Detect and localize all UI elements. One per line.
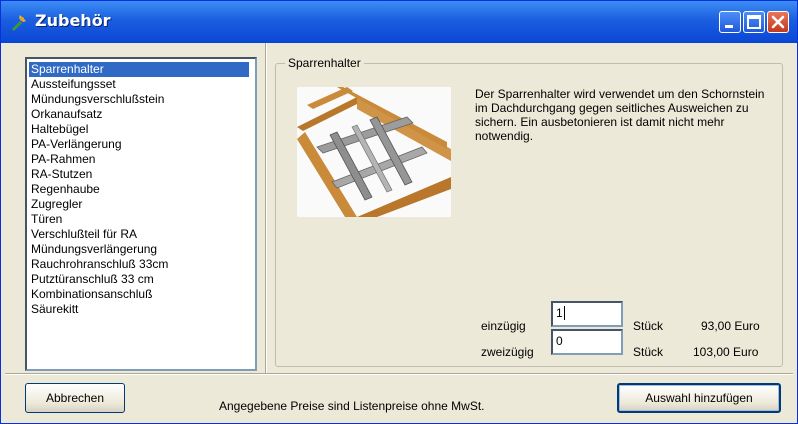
horizontal-divider	[5, 373, 793, 375]
tool-icon	[12, 15, 26, 31]
list-item[interactable]: Orkanaufsatz	[29, 107, 249, 122]
list-item[interactable]: Kombinationsanschluß	[29, 287, 249, 302]
list-item[interactable]: Haltebügel	[29, 122, 249, 137]
price-note: Angegebene Preise sind Listenpreise ohne…	[219, 399, 485, 413]
list-item-selected[interactable]: Sparrenhalter	[29, 62, 249, 77]
list-item[interactable]: PA-Verlängerung	[29, 137, 249, 152]
list-item[interactable]: Mündungsverlängerung	[29, 242, 249, 257]
list-item[interactable]: PA-Rahmen	[29, 152, 249, 167]
text-cursor	[563, 306, 565, 320]
list-item[interactable]: Zugregler	[29, 197, 249, 212]
quantity-value-double: 0	[556, 334, 563, 348]
maximize-button[interactable]	[743, 11, 765, 33]
vertical-divider	[265, 43, 267, 373]
unit-label-double: Stück	[633, 345, 664, 359]
maximize-icon	[747, 15, 761, 29]
product-image	[297, 87, 451, 217]
list-item[interactable]: Verschlußteil für RA	[29, 227, 249, 242]
add-selection-button[interactable]: Auswahl hinzufügen	[617, 383, 781, 413]
list-item[interactable]: Türen	[29, 212, 249, 227]
quantity-field-single[interactable]: 1	[551, 301, 623, 327]
list-item[interactable]: Aussteifungsset	[29, 77, 249, 92]
group-title: Sparrenhalter	[285, 56, 364, 70]
add-selection-button-label: Auswahl hinzufügen	[645, 391, 753, 405]
cancel-button[interactable]: Abbrechen	[25, 383, 125, 413]
row-label-single: einzügig	[481, 319, 526, 333]
list-item[interactable]: Putztüranschluß 33 cm	[29, 272, 249, 287]
list-item[interactable]: Mündungsverschlußstein	[29, 92, 249, 107]
window-title: Zubehör	[35, 11, 111, 30]
list-item[interactable]: Säurekitt	[29, 302, 249, 317]
accessories-window: Zubehör Sparrenhalter Aussteifungsset Mü…	[0, 0, 798, 424]
row-label-double: zweizügig	[481, 345, 534, 359]
list-item[interactable]: Rauchrohranschluß 33cm	[29, 257, 249, 272]
minimize-button[interactable]	[719, 11, 741, 33]
close-button[interactable]	[767, 11, 789, 33]
client-area: Sparrenhalter Aussteifungsset Mündungsve…	[5, 43, 793, 421]
list-item[interactable]: Regenhaube	[29, 182, 249, 197]
list-item[interactable]: RA-Stutzen	[29, 167, 249, 182]
quantity-value-single: 1	[556, 306, 563, 320]
minimize-icon	[725, 25, 733, 28]
price-single: 93,00 Euro	[701, 319, 760, 333]
close-icon	[771, 15, 785, 29]
cancel-button-label: Abbrechen	[45, 391, 105, 405]
price-double: 103,00 Euro	[693, 345, 759, 359]
title-bar[interactable]: Zubehör	[1, 1, 797, 43]
unit-label-single: Stück	[633, 319, 664, 333]
accessories-list[interactable]: Sparrenhalter Aussteifungsset Mündungsve…	[25, 57, 257, 371]
quantity-field-double[interactable]: 0	[551, 329, 623, 355]
product-description: Der Sparrenhalter wird verwendet um den …	[475, 87, 765, 143]
